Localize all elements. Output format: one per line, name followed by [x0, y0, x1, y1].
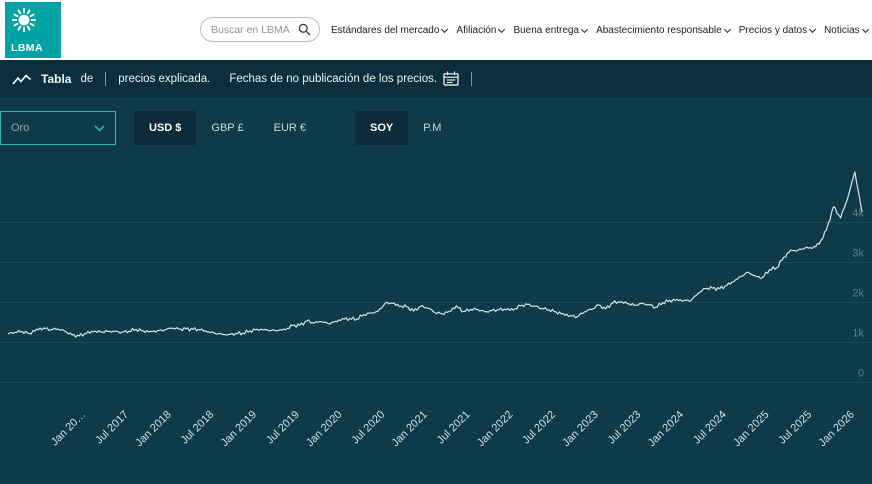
metal-select-value: Oro [11, 122, 29, 134]
svg-text:Jul 2017: Jul 2017 [93, 409, 131, 447]
svg-text:Jan 2018: Jan 2018 [133, 409, 173, 449]
subnav-link-precios-explicada[interactable]: precios explicada. [118, 73, 210, 85]
svg-text:Jul 2024: Jul 2024 [691, 409, 729, 447]
fix-pm-button[interactable]: P.M [408, 111, 456, 145]
fix-am-button[interactable]: SOY [355, 111, 408, 145]
divider [471, 72, 472, 86]
svg-text:Jul 2020: Jul 2020 [349, 409, 387, 447]
nav-label: Buena entrega [513, 25, 579, 36]
subnav: Tabla de precios explicada. Fechas de no… [0, 60, 872, 97]
svg-text:Jan 2025: Jan 2025 [731, 409, 771, 449]
lbma-logo[interactable]: LBMA [5, 2, 61, 58]
chevron-down-icon [94, 125, 105, 132]
chevron-down-icon [809, 25, 816, 32]
search-icon[interactable] [298, 23, 311, 36]
chevron-down-icon [441, 25, 448, 32]
svg-text:Jul 2022: Jul 2022 [520, 409, 558, 447]
svg-text:Jan 2020: Jan 2020 [304, 409, 344, 449]
svg-text:Jul 2021: Jul 2021 [435, 409, 473, 447]
lbma-page: LBMA Estándares del mercado Afiliación B… [0, 0, 872, 484]
subnav-tab-de[interactable]: de [80, 73, 93, 85]
svg-text:Jan 2023: Jan 2023 [560, 409, 600, 449]
chart-controls: Oro USD $ GBP £ EUR € SOY P.M [0, 110, 872, 146]
svg-text:Jan 2026: Jan 2026 [817, 409, 857, 449]
svg-text:1k: 1k [852, 328, 864, 340]
svg-text:Jan 2021: Jan 2021 [390, 409, 430, 449]
svg-text:Jan 2024: Jan 2024 [646, 409, 686, 449]
fix-toggle-group: SOY P.M [355, 111, 456, 145]
svg-text:Jul 2018: Jul 2018 [179, 409, 217, 447]
currency-usd-button[interactable]: USD $ [134, 111, 196, 145]
nav-item-buena-entrega[interactable]: Buena entrega [513, 25, 587, 36]
search-input[interactable] [209, 23, 298, 37]
subnav-link-label: Fechas de no publicación de los precios. [229, 73, 437, 85]
currency-eur-button[interactable]: EUR € [259, 111, 321, 145]
divider [105, 72, 106, 86]
chevron-down-icon [581, 25, 588, 32]
chevron-down-icon [498, 25, 505, 32]
search-box[interactable] [200, 17, 320, 42]
nav-label: Afiliación [456, 25, 496, 36]
nav-item-estandares[interactable]: Estándares del mercado [331, 25, 447, 36]
sun-icon [11, 7, 37, 33]
main-nav: Estándares del mercado Afiliación Buena … [331, 0, 872, 60]
svg-text:Jul 2019: Jul 2019 [264, 409, 302, 447]
nav-label: Abastecimiento responsable [596, 25, 722, 36]
logo-text: LBMA [11, 42, 43, 54]
subnav-link-label: precios explicada. [118, 73, 210, 85]
svg-text:Jan 2019: Jan 2019 [219, 409, 259, 449]
svg-text:4k: 4k [852, 208, 864, 220]
nav-item-precios-datos[interactable]: Precios y datos [739, 25, 815, 36]
chevron-down-icon [724, 25, 731, 32]
nav-label: Estándares del mercado [331, 25, 439, 36]
nav-item-afiliacion[interactable]: Afiliación [456, 25, 504, 36]
nav-item-noticias[interactable]: Noticias [824, 25, 868, 36]
subnav-tab-tabla[interactable]: Tabla [41, 72, 71, 86]
subnav-link-fechas-no-publicacion[interactable]: Fechas de no publicación de los precios. [229, 71, 459, 86]
calendar-icon [443, 71, 459, 86]
nav-label: Precios y datos [739, 25, 807, 36]
svg-text:3k: 3k [852, 248, 864, 260]
svg-text:Jan 2022: Jan 2022 [475, 409, 515, 449]
chevron-down-icon [862, 25, 869, 32]
nav-item-abastecimiento[interactable]: Abastecimiento responsable [596, 25, 730, 36]
currency-toggle-group: USD $ GBP £ EUR € [134, 111, 321, 145]
line-chart-icon [12, 72, 32, 86]
svg-text:Jan 20…: Jan 20… [49, 409, 89, 449]
svg-text:Jul 2023: Jul 2023 [606, 409, 644, 447]
metal-select[interactable]: Oro [0, 111, 116, 145]
svg-text:Jul 2025: Jul 2025 [776, 409, 814, 447]
svg-text:0: 0 [858, 368, 864, 380]
header: LBMA Estándares del mercado Afiliación B… [0, 0, 872, 60]
currency-gbp-button[interactable]: GBP £ [196, 111, 258, 145]
nav-label: Noticias [824, 25, 860, 36]
svg-text:2k: 2k [852, 288, 864, 300]
price-chart[interactable]: 0 1k 2k 3k 4k Jan 20…Jul 2017Jan 2018Jul 2018… [0, 152, 872, 484]
